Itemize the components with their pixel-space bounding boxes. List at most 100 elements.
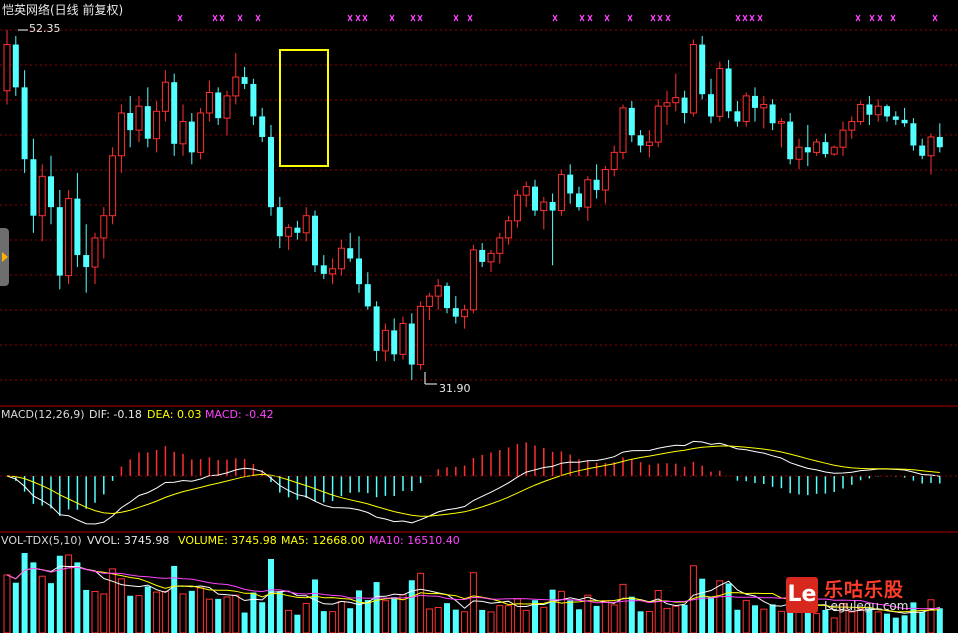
candle[interactable]: [637, 130, 644, 153]
candle[interactable]: [302, 207, 310, 242]
candle[interactable]: [752, 87, 758, 122]
candle[interactable]: [312, 210, 318, 273]
candle[interactable]: [795, 138, 803, 170]
candle[interactable]: [830, 145, 838, 156]
candle[interactable]: [241, 66, 248, 90]
candle[interactable]: [425, 292, 433, 321]
candle[interactable]: [259, 107, 266, 143]
candle[interactable]: [3, 30, 11, 105]
candle[interactable]: [813, 138, 821, 156]
candle[interactable]: [839, 121, 847, 156]
candle[interactable]: [513, 190, 521, 228]
candle[interactable]: [179, 104, 187, 156]
candle[interactable]: [109, 147, 117, 225]
candle[interactable]: [927, 133, 935, 175]
candle[interactable]: [769, 99, 776, 131]
candle[interactable]: [408, 313, 415, 380]
candle[interactable]: [532, 179, 538, 216]
candle[interactable]: [848, 116, 856, 139]
candle[interactable]: [822, 133, 829, 158]
candle[interactable]: [268, 124, 274, 216]
candle[interactable]: [461, 304, 469, 329]
candle[interactable]: [153, 101, 161, 153]
candle[interactable]: [38, 164, 46, 242]
candle[interactable]: [689, 39, 697, 117]
candle[interactable]: [549, 193, 556, 266]
candle[interactable]: [576, 186, 582, 211]
candle[interactable]: [593, 164, 600, 199]
candle[interactable]: [223, 90, 231, 136]
candle[interactable]: [787, 113, 794, 165]
candle[interactable]: [444, 282, 450, 314]
candle[interactable]: [205, 80, 213, 122]
candle[interactable]: [127, 95, 134, 148]
candle[interactable]: [654, 99, 662, 148]
candle[interactable]: [557, 169, 565, 216]
candle[interactable]: [919, 138, 926, 160]
candle[interactable]: [910, 118, 917, 151]
candle[interactable]: [171, 73, 178, 156]
candle[interactable]: [232, 53, 240, 105]
candle[interactable]: [250, 78, 257, 125]
sidebar-expand-handle[interactable]: [0, 228, 9, 286]
candle[interactable]: [65, 190, 73, 285]
candle[interactable]: [487, 249, 495, 273]
candle[interactable]: [399, 316, 407, 360]
candle[interactable]: [567, 164, 574, 204]
candle[interactable]: [479, 243, 486, 268]
candle[interactable]: [197, 107, 205, 160]
candle[interactable]: [417, 301, 425, 370]
candle[interactable]: [329, 258, 337, 285]
candle[interactable]: [681, 90, 688, 124]
candle[interactable]: [522, 181, 530, 208]
candle[interactable]: [699, 35, 706, 100]
candle[interactable]: [91, 232, 99, 285]
candle[interactable]: [884, 104, 890, 122]
candle[interactable]: [83, 224, 90, 293]
candle[interactable]: [874, 99, 882, 122]
candle[interactable]: [496, 232, 504, 264]
candle[interactable]: [645, 130, 653, 158]
candle[interactable]: [117, 104, 125, 173]
candle[interactable]: [777, 118, 785, 148]
candle[interactable]: [892, 111, 899, 125]
candle[interactable]: [12, 35, 19, 96]
candle[interactable]: [742, 92, 750, 127]
candle[interactable]: [601, 166, 609, 204]
candle[interactable]: [373, 301, 380, 362]
volume-panel-name[interactable]: VOL-TDX(5,10): [1, 534, 82, 547]
candle[interactable]: [30, 138, 37, 233]
candle[interactable]: [628, 101, 635, 143]
candle[interactable]: [857, 101, 865, 125]
candle[interactable]: [734, 101, 741, 127]
candle[interactable]: [672, 73, 680, 112]
macd-panel-name[interactable]: MACD(12,26,9): [1, 408, 85, 421]
candle[interactable]: [936, 123, 943, 153]
candle[interactable]: [708, 78, 714, 124]
candle[interactable]: [619, 104, 627, 160]
candle[interactable]: [215, 87, 222, 125]
candle[interactable]: [901, 107, 908, 127]
candle[interactable]: [610, 145, 618, 177]
candle[interactable]: [188, 113, 195, 165]
candle[interactable]: [100, 207, 108, 259]
candle[interactable]: [48, 155, 54, 225]
candle[interactable]: [337, 239, 345, 276]
candle[interactable]: [663, 90, 671, 125]
candle[interactable]: [716, 61, 724, 122]
candle[interactable]: [584, 176, 592, 221]
candle[interactable]: [452, 296, 459, 324]
candle[interactable]: [725, 59, 732, 119]
candle[interactable]: [74, 172, 81, 268]
candle[interactable]: [434, 279, 442, 310]
candle[interactable]: [356, 236, 362, 293]
candle[interactable]: [144, 87, 151, 148]
candle[interactable]: [540, 196, 548, 230]
candle[interactable]: [469, 244, 477, 314]
candle[interactable]: [804, 124, 811, 167]
candle[interactable]: [381, 323, 389, 362]
candle[interactable]: [285, 224, 293, 250]
candle[interactable]: [760, 95, 768, 129]
candle[interactable]: [391, 318, 398, 362]
candle[interactable]: [161, 70, 169, 122]
